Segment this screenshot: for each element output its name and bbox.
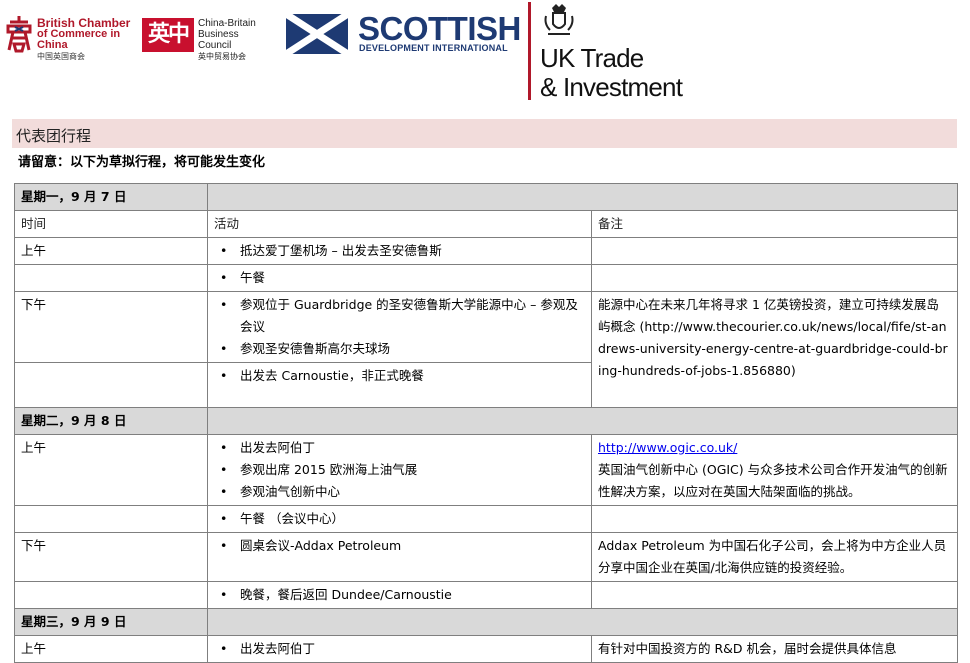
activity-cell: 午餐 （会议中心） xyxy=(207,505,592,533)
activity-cell: 出发去阿伯丁 参观出席 2015 欧洲海上油气展 参观油气创新中心 xyxy=(207,434,592,506)
draft-note: 请留意：以下为草拟行程，将可能发生变化 xyxy=(18,155,266,170)
col-header-time: 时间 xyxy=(14,210,208,238)
table-row: 午餐 xyxy=(14,264,958,292)
schedule-table: 星期一，9 月 7 日 时间 活动 备注 上午 抵达爱丁堡机场 – 出发去圣安德… xyxy=(14,183,958,663)
remark-cell: http://www.ogic.co.uk/ 英国油气创新中心 (OGIC) 与… xyxy=(591,434,958,506)
ogic-link[interactable]: http://www.ogic.co.uk/ xyxy=(598,440,737,455)
section-title-bar: 代表团行程 xyxy=(12,119,957,148)
ukti-line2: & Investment xyxy=(540,72,683,102)
activity-item: 午餐 xyxy=(214,267,585,289)
day-label: 星期一，9 月 7 日 xyxy=(14,183,208,211)
cbbc-name-line2: Business Council xyxy=(198,29,239,51)
cbbc-mark: 英中 xyxy=(142,18,194,52)
remark-cell xyxy=(591,237,958,265)
remark-cell xyxy=(591,264,958,292)
activity-cell: 圆桌会议-Addax Petroleum xyxy=(207,532,592,582)
col-header-remarks: 备注 xyxy=(591,210,958,238)
activity-cell: 午餐 xyxy=(207,264,592,292)
sdi-subtitle: DEVELOPMENT INTERNATIONAL xyxy=(359,43,508,53)
activity-cell: 抵达爱丁堡机场 – 出发去圣安德鲁斯 xyxy=(207,237,592,265)
table-row: 上午 抵达爱丁堡机场 – 出发去圣安德鲁斯 xyxy=(14,237,958,265)
table-row: 下午 圆桌会议-Addax Petroleum Addax Petroleum … xyxy=(14,532,958,582)
activity-item: 参观出席 2015 欧洲海上油气展 xyxy=(214,459,585,481)
time-cell xyxy=(14,581,208,609)
remark-cell: Addax Petroleum 为中国石化子公司，会上将为中方企业人员分享中国企… xyxy=(591,532,958,582)
column-header-row: 时间 活动 备注 xyxy=(14,210,958,238)
day-label: 星期二，9 月 8 日 xyxy=(14,407,208,435)
cbbc-name-line1: China-Britain xyxy=(198,18,256,29)
activity-cell: 出发去 Carnoustie，非正式晚餐 xyxy=(207,362,592,408)
remark-text: 英国油气创新中心 (OGIC) 与众多技术公司合作开发油气的创新性解决方案，以应… xyxy=(598,462,948,499)
table-row: 上午 出发去阿伯丁 参观出席 2015 欧洲海上油气展 参观油气创新中心 htt… xyxy=(14,434,958,506)
time-cell: 下午 xyxy=(14,532,208,582)
col-header-activity: 活动 xyxy=(207,210,592,238)
table-row: 午餐 （会议中心） xyxy=(14,505,958,533)
activity-item: 晚餐，餐后返回 Dundee/Carnoustie xyxy=(214,584,585,606)
royal-crest-icon xyxy=(544,4,574,35)
activity-cell: 晚餐，餐后返回 Dundee/Carnoustie xyxy=(207,581,592,609)
activity-item: 出发去阿伯丁 xyxy=(214,638,585,660)
remark-cell xyxy=(591,581,958,609)
table-row: 下午 参观位于 Guardbridge 的圣安德鲁斯大学能源中心 – 参观及会议… xyxy=(14,291,958,408)
time-cell: 下午 xyxy=(14,291,208,363)
time-cell: 上午 xyxy=(14,237,208,265)
bcc-logo: British Chamber of Commerce in China 中国英… xyxy=(4,14,136,61)
header-logos: British Chamber of Commerce in China 中国英… xyxy=(0,0,970,110)
activity-item: 出发去 Carnoustie，非正式晚餐 xyxy=(214,365,585,387)
bcc-emblem-icon xyxy=(6,16,32,53)
remark-cell: 有针对中国投资方的 R&D 机会，届时会提供具体信息 xyxy=(591,635,958,663)
cbbc-name-chinese: 英中贸易协会 xyxy=(198,52,246,61)
time-cell xyxy=(14,362,208,408)
ukti-red-bar xyxy=(528,2,531,100)
remark-cell xyxy=(591,505,958,533)
day-header-row: 星期三，9 月 9 日 xyxy=(14,608,958,636)
time-cell: 上午 xyxy=(14,434,208,506)
day-label: 星期三，9 月 9 日 xyxy=(14,608,208,636)
ukti-line1: UK Trade xyxy=(540,43,644,73)
activity-cell: 参观位于 Guardbridge 的圣安德鲁斯大学能源中心 – 参观及会议 参观… xyxy=(207,291,592,363)
time-cell xyxy=(14,264,208,292)
bcc-name-line2: of Commerce in China xyxy=(37,28,121,51)
day-header-row: 星期二，9 月 8 日 xyxy=(14,407,958,435)
activity-item: 参观圣安德鲁斯高尔夫球场 xyxy=(214,338,585,360)
activity-cell: 出发去阿伯丁 xyxy=(207,635,592,663)
saltire-flag-icon xyxy=(286,14,348,54)
table-row: 晚餐，餐后返回 Dundee/Carnoustie xyxy=(14,581,958,609)
activity-item: 圆桌会议-Addax Petroleum xyxy=(214,535,585,557)
activity-item: 参观油气创新中心 xyxy=(214,481,585,503)
activity-item: 参观位于 Guardbridge 的圣安德鲁斯大学能源中心 – 参观及会议 xyxy=(214,294,585,338)
time-cell: 上午 xyxy=(14,635,208,663)
remark-cell: 能源中心在未来几年将寻求 1 亿英镑投资，建立可持续发展岛屿概念 (http:/… xyxy=(591,291,958,408)
activity-item: 抵达爱丁堡机场 – 出发去圣安德鲁斯 xyxy=(214,240,585,262)
activity-item: 午餐 （会议中心） xyxy=(214,508,585,530)
activity-item: 出发去阿伯丁 xyxy=(214,437,585,459)
bcc-name-chinese: 中国英国商会 xyxy=(37,52,85,61)
day-header-row: 星期一，9 月 7 日 xyxy=(14,183,958,211)
page-title: 代表团行程 xyxy=(16,127,92,145)
cbbc-logo: 英中 China-Britain Business Council 英中贸易协会 xyxy=(142,16,272,61)
ukti-logo: UK Trade & Investment xyxy=(528,0,708,104)
table-row: 上午 出发去阿伯丁 有针对中国投资方的 R&D 机会，届时会提供具体信息 xyxy=(14,635,958,663)
time-cell xyxy=(14,505,208,533)
sdi-logo: SCOTTISH DEVELOPMENT INTERNATIONAL xyxy=(286,10,521,56)
